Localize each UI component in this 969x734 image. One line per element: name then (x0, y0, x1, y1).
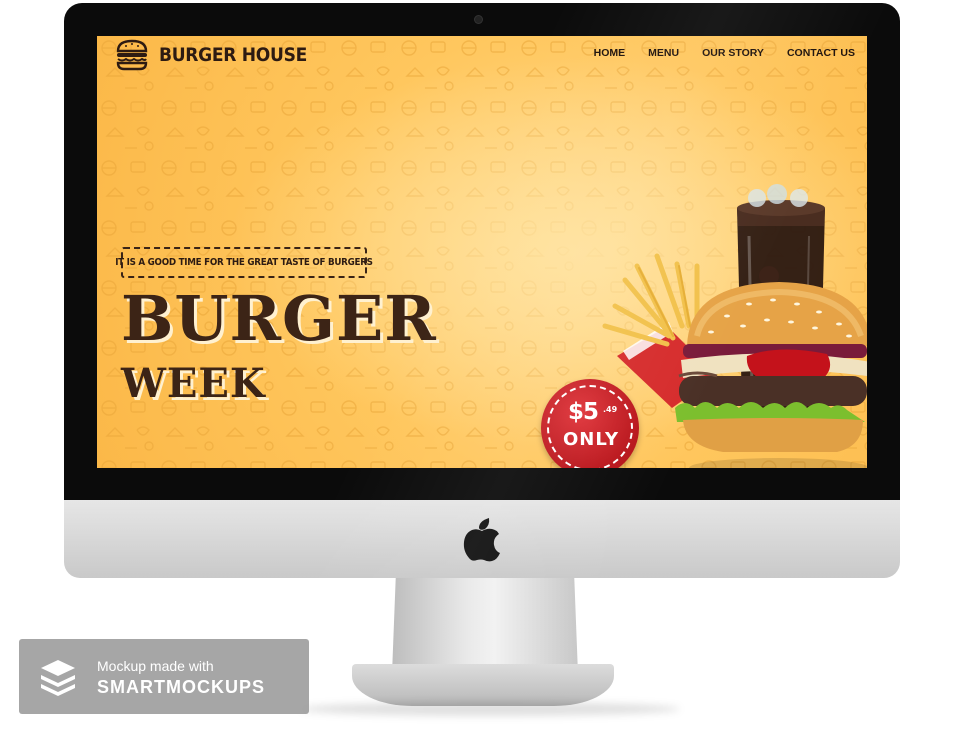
camera-icon (475, 16, 482, 23)
smartmockups-icon (41, 660, 75, 696)
site-navbar: BURGER HOUSE HOME MENU OUR STORY CONTACT… (97, 36, 867, 74)
website-screen: BURGER HOUSE HOME MENU OUR STORY CONTACT… (97, 36, 867, 468)
watermark-line2: SMARTMOCKUPS (97, 677, 265, 697)
price-amount: $5 (568, 399, 599, 425)
nav-home-link[interactable]: HOME (594, 47, 626, 59)
monitor-stand-base (352, 664, 614, 706)
nav-contact-link[interactable]: CONTACT US (787, 47, 855, 59)
hero-tagline: IT IS A GOOD TIME FOR THE GREAT TASTE OF… (115, 257, 373, 268)
price-badge: $5 .49 ONLY (541, 379, 639, 468)
burger-logo-icon (116, 39, 148, 71)
apple-logo-icon (463, 518, 500, 562)
monitor-stand-neck (392, 578, 578, 674)
price-only-label: ONLY (563, 429, 620, 450)
smartmockups-watermark: Mockup made with SMARTMOCKUPS (19, 639, 309, 714)
nav-our-story-link[interactable]: OUR STORY (702, 47, 764, 59)
price-badge-ring (547, 385, 633, 468)
nav-menu-link[interactable]: MENU (648, 47, 679, 59)
nav-menu: HOME MENU OUR STORY CONTACT US (594, 47, 855, 59)
site-logo[interactable]: BURGER HOUSE (115, 39, 307, 71)
monitor-shadow (300, 702, 680, 716)
brand-name: BURGER HOUSE (159, 44, 307, 66)
hero-subheadline: WEEK (121, 360, 266, 407)
tagline-box: IT IS A GOOD TIME FOR THE GREAT TASTE OF… (115, 247, 373, 278)
watermark-line1: Mockup made with (97, 658, 214, 674)
burger-image (675, 282, 867, 468)
hero-headline: BURGER (121, 282, 437, 355)
price-cents: .49 (603, 405, 618, 414)
